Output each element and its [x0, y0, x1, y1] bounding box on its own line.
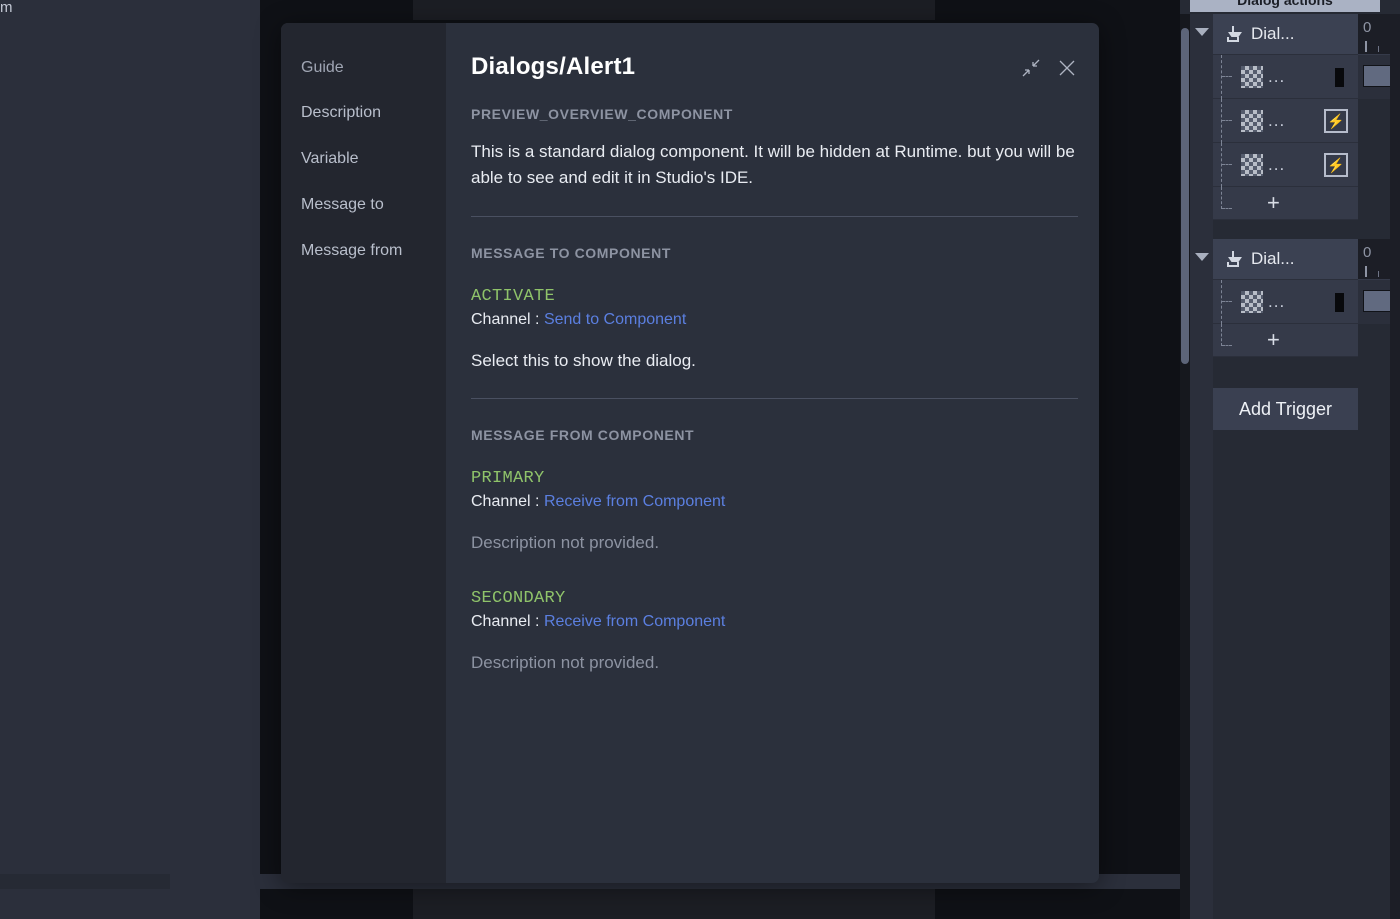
- channel-label: Channel :: [471, 613, 540, 630]
- page-title: Dialogs/Alert1: [471, 53, 1020, 81]
- checker-icon: [1241, 66, 1263, 88]
- timeline-body: Dial... ... ... ⚡: [1190, 14, 1400, 919]
- channel-row: Channel : Receive from Component: [471, 613, 1078, 631]
- tree-line: [1221, 99, 1222, 143]
- channel-label: Channel :: [471, 311, 540, 328]
- dialog-content: Dialogs/Alert1 PREVIEW_OVER: [446, 23, 1099, 883]
- dialog-actions-panel: Dialog actions Dial...: [1180, 0, 1400, 919]
- tree-line: [1221, 324, 1222, 346]
- sidebar-item-message-to[interactable]: Message to: [281, 196, 446, 214]
- tree-line: [1221, 55, 1222, 99]
- canvas-strip-top: [413, 0, 935, 20]
- add-trigger-button[interactable]: Add Trigger: [1213, 388, 1358, 430]
- editor-left-panel: m: [0, 0, 260, 919]
- tree-branch: [1222, 164, 1232, 165]
- sidebar-item-message-from[interactable]: Message from: [281, 242, 446, 260]
- sidebar-item-variable[interactable]: Variable: [281, 150, 446, 168]
- checker-icon: [1241, 154, 1263, 176]
- message-description: Select this to show the dialog.: [471, 351, 1078, 371]
- editor-bottom-bar-left: [0, 874, 170, 889]
- timeline-group-header[interactable]: Dial...: [1213, 239, 1358, 280]
- clipped-label: m: [0, 0, 22, 20]
- message-description: Description not provided.: [471, 653, 1078, 673]
- panel-header-title: Dialog actions: [1190, 0, 1380, 12]
- ruler-tick-label: 0: [1363, 19, 1371, 36]
- row-label: ...: [1268, 72, 1285, 82]
- sidebar-item-description[interactable]: Description: [281, 104, 446, 122]
- tree-line: [1221, 280, 1222, 324]
- table-row[interactable]: ... ⚡: [1213, 99, 1358, 143]
- download-icon: [1225, 251, 1241, 267]
- dialog-sidebar: Guide Description Variable Message to Me…: [281, 23, 446, 883]
- tree-branch: [1222, 345, 1232, 346]
- tree-branch: [1222, 76, 1232, 77]
- checker-icon: [1241, 291, 1263, 313]
- panel-scrollbar-track[interactable]: [1180, 14, 1190, 919]
- row-label: ...: [1268, 160, 1285, 170]
- table-row[interactable]: ... ⚡: [1213, 143, 1358, 187]
- channel-link[interactable]: Receive from Component: [544, 493, 725, 510]
- row-label: ...: [1268, 297, 1285, 307]
- keyframe-bar-icon: [1335, 68, 1344, 87]
- checker-icon: [1241, 110, 1263, 132]
- message-name-primary: PRIMARY: [471, 469, 1078, 488]
- add-row-button[interactable]: +: [1213, 187, 1358, 220]
- add-row-button[interactable]: +: [1213, 324, 1358, 357]
- section-label-message-to: MESSAGE TO COMPONENT: [471, 245, 1078, 261]
- ruler-tick-major: [1365, 266, 1367, 277]
- lightning-icon[interactable]: ⚡: [1324, 153, 1348, 177]
- channel-link[interactable]: Send to Component: [544, 311, 686, 328]
- ruler-tick-label: 0: [1363, 244, 1371, 261]
- channel-label: Channel :: [471, 493, 540, 510]
- tree-branch: [1222, 120, 1232, 121]
- channel-link[interactable]: Receive from Component: [544, 613, 725, 630]
- row-label: ...: [1268, 116, 1285, 126]
- ruler-tick-minor: [1378, 46, 1379, 52]
- screen-root: m Dialog actions Dial...: [0, 0, 1400, 919]
- message-name-secondary: SECONDARY: [471, 589, 1078, 608]
- channel-row: Channel : Send to Component: [471, 311, 1078, 329]
- panel-right-edge: [1390, 14, 1400, 919]
- timeline-group-label: Dial...: [1251, 249, 1294, 269]
- overview-description: This is a standard dialog component. It …: [471, 139, 1078, 190]
- download-icon: [1225, 26, 1241, 42]
- keyframe-bar-icon: [1335, 293, 1344, 312]
- sidebar-title: Guide: [281, 59, 446, 77]
- channel-row: Channel : Receive from Component: [471, 493, 1078, 511]
- ruler-tick-minor: [1378, 271, 1379, 277]
- ruler-tick-major: [1365, 41, 1367, 52]
- timeline-group-label: Dial...: [1251, 24, 1294, 44]
- panel-scrollbar-thumb[interactable]: [1181, 28, 1189, 364]
- timeline-group-header[interactable]: Dial...: [1213, 14, 1358, 55]
- divider: [471, 216, 1078, 217]
- chevron-down-icon[interactable]: [1195, 28, 1209, 36]
- tree-branch: [1222, 208, 1232, 209]
- plus-icon: +: [1267, 192, 1280, 214]
- divider: [471, 398, 1078, 399]
- table-row[interactable]: ...: [1213, 55, 1358, 99]
- plus-icon: +: [1267, 329, 1280, 351]
- section-label-message-from: MESSAGE FROM COMPONENT: [471, 427, 1078, 443]
- close-icon[interactable]: [1056, 57, 1078, 79]
- guide-dialog: Guide Description Variable Message to Me…: [281, 23, 1099, 883]
- tree-line: [1221, 143, 1222, 187]
- tree-branch: [1222, 301, 1232, 302]
- tree-line: [1221, 187, 1222, 209]
- window-buttons: [1020, 53, 1078, 79]
- collapse-icon[interactable]: [1020, 57, 1042, 79]
- message-description: Description not provided.: [471, 533, 1078, 553]
- table-row[interactable]: ...: [1213, 280, 1358, 324]
- section-label-overview: PREVIEW_OVERVIEW_COMPONENT: [471, 106, 1078, 122]
- timeline-gutter: [1190, 14, 1213, 919]
- lightning-icon[interactable]: ⚡: [1324, 109, 1348, 133]
- dialog-header: Dialogs/Alert1: [471, 53, 1078, 81]
- message-name-activate: ACTIVATE: [471, 287, 1078, 306]
- chevron-down-icon[interactable]: [1195, 253, 1209, 261]
- canvas-strip-bottom: [413, 889, 935, 919]
